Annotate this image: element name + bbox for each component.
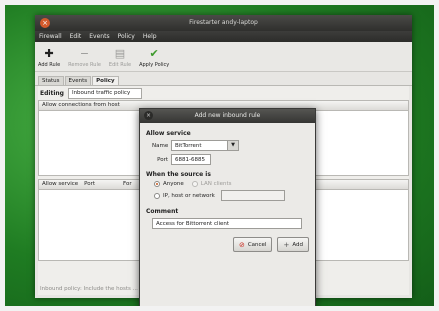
cancel-button[interactable]: ⊘ Cancel <box>232 237 273 252</box>
menu-events[interactable]: Events <box>89 33 109 40</box>
dialog-titlebar: × Add new inbound rule <box>140 109 315 123</box>
port-field[interactable]: 6881-6885 <box>171 154 211 165</box>
chevron-down-icon: ▼ <box>227 141 238 150</box>
name-label: Name <box>152 142 169 149</box>
radio-anyone[interactable] <box>154 181 160 187</box>
menu-edit[interactable]: Edit <box>70 33 82 40</box>
remove-icon: − <box>79 47 90 60</box>
policy-hint: Inbound policy: Include the hosts ... <box>40 286 138 292</box>
allow-service-heading: Allow service <box>146 130 191 137</box>
menu-policy[interactable]: Policy <box>118 33 135 40</box>
dialog-close-icon[interactable]: × <box>144 111 153 120</box>
tab-policy[interactable]: Policy <box>92 76 119 85</box>
tab-bar: Status Events Policy <box>35 72 412 86</box>
menubar: Firewall Edit Events Policy Help <box>35 31 412 42</box>
opt-anyone-label: Anyone <box>163 181 184 187</box>
policy-selector[interactable]: Inbound traffic policy <box>67 87 142 99</box>
source-heading: When the source is <box>146 171 211 178</box>
add-icon: + <box>283 240 290 249</box>
host-field[interactable] <box>220 190 285 201</box>
add-button[interactable]: + Add <box>277 237 309 252</box>
opt-lan-label: LAN clients <box>200 181 232 187</box>
apply-policy-button[interactable]: ✔ Apply Policy <box>139 47 169 69</box>
add-icon: ✚ <box>44 47 54 60</box>
window-titlebar: × Firestarter andy-laptop <box>35 15 412 31</box>
col-allow-service[interactable]: Allow service <box>42 180 78 189</box>
document-icon: ▤ <box>114 47 126 60</box>
opt-host-label: IP, host or network <box>163 192 215 199</box>
add-inbound-rule-dialog: × Add new inbound rule Allow service Nam… <box>139 108 316 308</box>
menu-firewall[interactable]: Firewall <box>39 33 62 40</box>
menu-help[interactable]: Help <box>143 33 157 40</box>
window-title: Firestarter andy-laptop <box>189 19 258 26</box>
editing-row: Editing Inbound traffic policy <box>38 86 409 100</box>
editing-label: Editing <box>40 89 64 97</box>
remove-rule-button[interactable]: − Remove Rule <box>68 47 101 69</box>
col-port[interactable]: Port <box>84 180 95 189</box>
radio-lan-clients[interactable] <box>191 181 198 187</box>
dialog-title: Add new inbound rule <box>194 112 261 119</box>
add-rule-button[interactable]: ✚ Add Rule <box>38 47 60 69</box>
port-label: Port <box>157 156 168 163</box>
cancel-icon: ⊘ <box>238 240 245 249</box>
col-for[interactable]: For <box>123 180 132 189</box>
comment-heading: Comment <box>146 208 179 215</box>
tab-status[interactable]: Status <box>38 76 64 85</box>
radio-ip-host-network[interactable] <box>154 192 160 199</box>
service-name-select[interactable]: BitTorrent ▼ <box>171 140 239 151</box>
tab-events[interactable]: Events <box>64 76 92 85</box>
comment-field[interactable]: Access for Bittorrent client <box>152 218 302 229</box>
edit-rule-button[interactable]: ▤ Edit Rule <box>109 47 131 69</box>
toolbar: ✚ Add Rule − Remove Rule ▤ Edit Rule ✔ A… <box>35 42 412 72</box>
checkmark-icon: ✔ <box>149 47 159 60</box>
